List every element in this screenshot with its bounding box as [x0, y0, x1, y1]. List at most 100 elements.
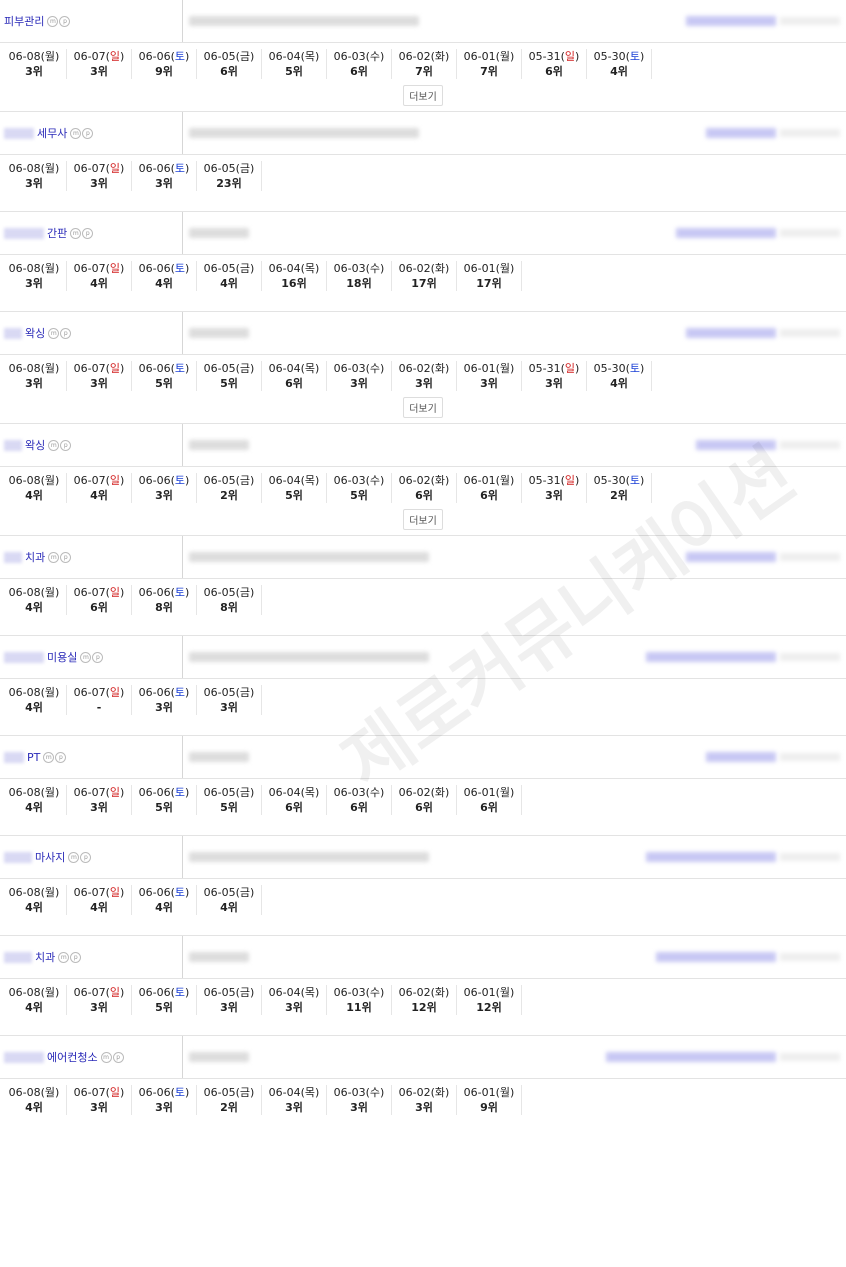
date-text: 06-06: [138, 786, 171, 799]
weekday: 토: [174, 162, 186, 175]
rank-value: 3위: [90, 1001, 108, 1014]
keyword-link[interactable]: 치과: [25, 549, 45, 565]
blurred-link: [686, 552, 776, 562]
weekday: 토: [629, 50, 641, 63]
day-cell: 06-08(월) 4위: [2, 685, 67, 715]
more-button[interactable]: 더보기: [403, 397, 443, 418]
keyword-entry: 에어컨청소 m p 06-08(월) 4위 06-07(일) 3위 06-06(토) 3위 06-…: [0, 1035, 846, 1135]
day-date: 06-03(수): [333, 1086, 385, 1099]
mobile-icon: m: [48, 327, 60, 339]
day-date: 06-06(토): [138, 586, 190, 599]
keyword-link[interactable]: 치과: [35, 949, 55, 965]
keyword-cell: 치과 m p: [0, 536, 183, 578]
keyword-link[interactable]: 마사지: [35, 849, 65, 865]
keyword-link[interactable]: 미용실: [47, 649, 77, 665]
blurred-text: [780, 753, 840, 761]
weekday: 토: [174, 474, 186, 487]
day-cell: 06-07(일) 3위: [67, 785, 132, 815]
keyword-cell: 미용실 m p: [0, 636, 183, 678]
day-cell: 05-31(일) 3위: [522, 361, 587, 391]
weekday: 목: [304, 786, 316, 799]
weekday: 금: [239, 986, 251, 999]
keyword-link[interactable]: 피부관리: [4, 13, 44, 29]
rank-value: 12위: [411, 1001, 437, 1014]
day-date: 06-06(토): [138, 162, 190, 175]
date-text: 06-05: [203, 362, 236, 375]
day-date: 06-04(목): [268, 362, 320, 375]
date-text: 06-05: [203, 1086, 236, 1099]
rank-value: 6위: [415, 489, 433, 502]
day-cell: 06-04(목) 6위: [262, 361, 327, 391]
weekday: 금: [239, 474, 251, 487]
weekday: 월: [44, 262, 56, 275]
day-cell: 06-01(월) 3위: [457, 361, 522, 391]
day-cell: 05-30(토) 4위: [587, 49, 652, 79]
day-date: 06-08(월): [8, 362, 60, 375]
date-text: 06-01: [463, 474, 496, 487]
weekday: 월: [499, 1086, 511, 1099]
blurred-url: [189, 440, 249, 450]
day-cell: 06-06(토) 3위: [132, 1085, 197, 1115]
rank-value: 3위: [350, 377, 368, 390]
date-text: 06-07: [73, 586, 106, 599]
day-cell: 06-06(토) 5위: [132, 785, 197, 815]
keyword-link[interactable]: 왁싱: [25, 325, 45, 341]
day-date: 06-05(금): [203, 886, 255, 899]
date-text: 06-01: [463, 262, 496, 275]
day-date: 05-31(일): [528, 362, 580, 375]
weekday: 토: [174, 986, 186, 999]
day-cell: 06-01(월) 6위: [457, 473, 522, 503]
day-date: 06-08(월): [8, 986, 60, 999]
keyword-cell: 왁싱 m p: [0, 312, 183, 354]
date-text: 06-05: [203, 886, 236, 899]
keyword-link[interactable]: 세무사: [37, 125, 67, 141]
url-cell: [183, 112, 846, 154]
day-date: 06-03(수): [333, 986, 385, 999]
keyword-cell: 세무사 m p: [0, 112, 183, 154]
day-cell: 06-06(토) 8위: [132, 585, 197, 615]
date-text: 06-06: [138, 886, 171, 899]
blurred-text: [780, 853, 840, 861]
blurred-prefix: [4, 651, 44, 663]
date-text: 06-04: [268, 474, 301, 487]
day-cell: 06-02(화) 3위: [392, 1085, 457, 1115]
more-button[interactable]: 더보기: [403, 85, 443, 106]
rank-value: 3위: [220, 701, 238, 714]
blurred-text: [780, 229, 840, 237]
weekday: 금: [239, 586, 251, 599]
day-date: 06-07(일): [73, 474, 125, 487]
keyword-link[interactable]: 간판: [47, 225, 67, 241]
day-date: 06-05(금): [203, 686, 255, 699]
blurred-text: [780, 441, 840, 449]
keyword-link[interactable]: 왁싱: [25, 437, 45, 453]
day-date: 06-02(화): [398, 786, 450, 799]
blurred-prefix: [4, 951, 32, 963]
rank-value: 3위: [25, 65, 43, 78]
entry-header: 세무사 m p: [0, 112, 846, 155]
rank-value: 11위: [346, 1001, 372, 1014]
date-text: 06-01: [463, 362, 496, 375]
rank-value: 4위: [155, 277, 173, 290]
day-date: 06-04(목): [268, 262, 320, 275]
day-date: 06-07(일): [73, 362, 125, 375]
keyword-link[interactable]: PT: [27, 751, 40, 764]
day-cell: 06-05(금) 8위: [197, 585, 262, 615]
keyword-cell: 왁싱 m p: [0, 424, 183, 466]
day-date: 06-01(월): [463, 50, 515, 63]
date-text: 06-08: [8, 50, 41, 63]
day-date: 06-07(일): [73, 886, 125, 899]
rank-value: 7위: [480, 65, 498, 78]
keyword-link[interactable]: 에어컨청소: [47, 1049, 98, 1065]
day-cell: 06-08(월) 3위: [2, 161, 67, 191]
date-text: 06-02: [398, 474, 431, 487]
blurred-prefix: [4, 327, 22, 339]
weekday: 일: [109, 262, 121, 275]
more-button[interactable]: 더보기: [403, 509, 443, 530]
day-date: 06-05(금): [203, 1086, 255, 1099]
day-date: 06-06(토): [138, 362, 190, 375]
keyword-cell: 치과 m p: [0, 936, 183, 978]
